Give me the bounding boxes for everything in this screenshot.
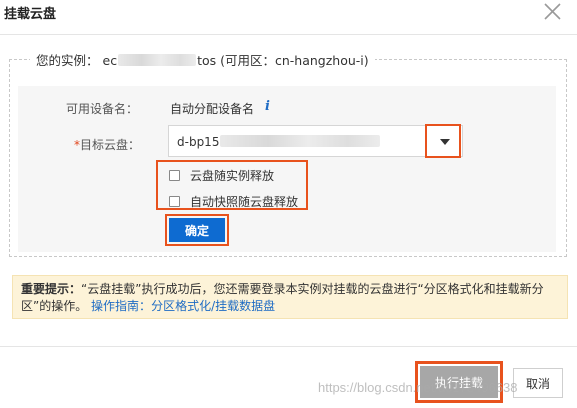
target-disk-value: d-bp15 bbox=[177, 135, 381, 149]
redacted-blur bbox=[118, 54, 197, 66]
instance-id: ec tos bbox=[102, 53, 217, 68]
notice-box: 重要提示：“云盘挂载”执行成功后，您还需要登录本实例对挂载的云盘进行“分区格式化… bbox=[12, 275, 568, 319]
dialog-title: 挂载云盘 bbox=[4, 7, 57, 22]
guide-label: 操作指南： bbox=[91, 299, 152, 313]
device-name-value: 自动分配设备名 bbox=[170, 102, 255, 116]
release-snapshot-checkbox[interactable] bbox=[169, 196, 180, 207]
release-snapshot-option[interactable]: 自动快照随云盘释放 bbox=[169, 193, 298, 210]
caret-down-icon bbox=[440, 139, 450, 145]
notice-title: 重要提示： bbox=[21, 282, 82, 296]
target-disk-label: *目标云盘： bbox=[74, 138, 141, 152]
cancel-button[interactable]: 取消 bbox=[513, 368, 563, 398]
guide-link[interactable]: 分区格式化/挂载数据盘 bbox=[151, 299, 275, 313]
instance-label: 您的实例： bbox=[36, 53, 99, 68]
target-disk-select[interactable]: d-bp15 bbox=[168, 125, 463, 157]
instance-zone: (可用区：cn-hangzhou-i) bbox=[220, 53, 369, 68]
footer-divider bbox=[0, 346, 577, 347]
instance-legend: 您的实例： ec tos (可用区：cn-hangzhou-i) bbox=[30, 50, 375, 69]
ok-button[interactable]: 确定 bbox=[169, 218, 225, 242]
close-button[interactable] bbox=[540, 0, 564, 24]
header-divider bbox=[0, 34, 577, 35]
release-snapshot-label: 自动快照随云盘释放 bbox=[190, 195, 299, 209]
disk-dropdown-toggle[interactable] bbox=[425, 124, 461, 158]
attach-disk-dialog: 挂载云盘 您的实例： ec tos (可用区：cn-hangzhou-i) 可用设… bbox=[0, 0, 577, 408]
close-icon bbox=[544, 3, 561, 20]
info-icon[interactable]: i bbox=[265, 99, 270, 114]
release-with-instance-label: 云盘随实例释放 bbox=[190, 169, 275, 183]
watermark: https://blog.csdn.net/u0178496638 bbox=[318, 380, 518, 395]
release-with-instance-checkbox[interactable] bbox=[169, 170, 180, 181]
redacted-blur bbox=[220, 135, 381, 147]
release-with-instance-option[interactable]: 云盘随实例释放 bbox=[169, 167, 274, 184]
device-name-label: 可用设备名： bbox=[66, 102, 139, 116]
